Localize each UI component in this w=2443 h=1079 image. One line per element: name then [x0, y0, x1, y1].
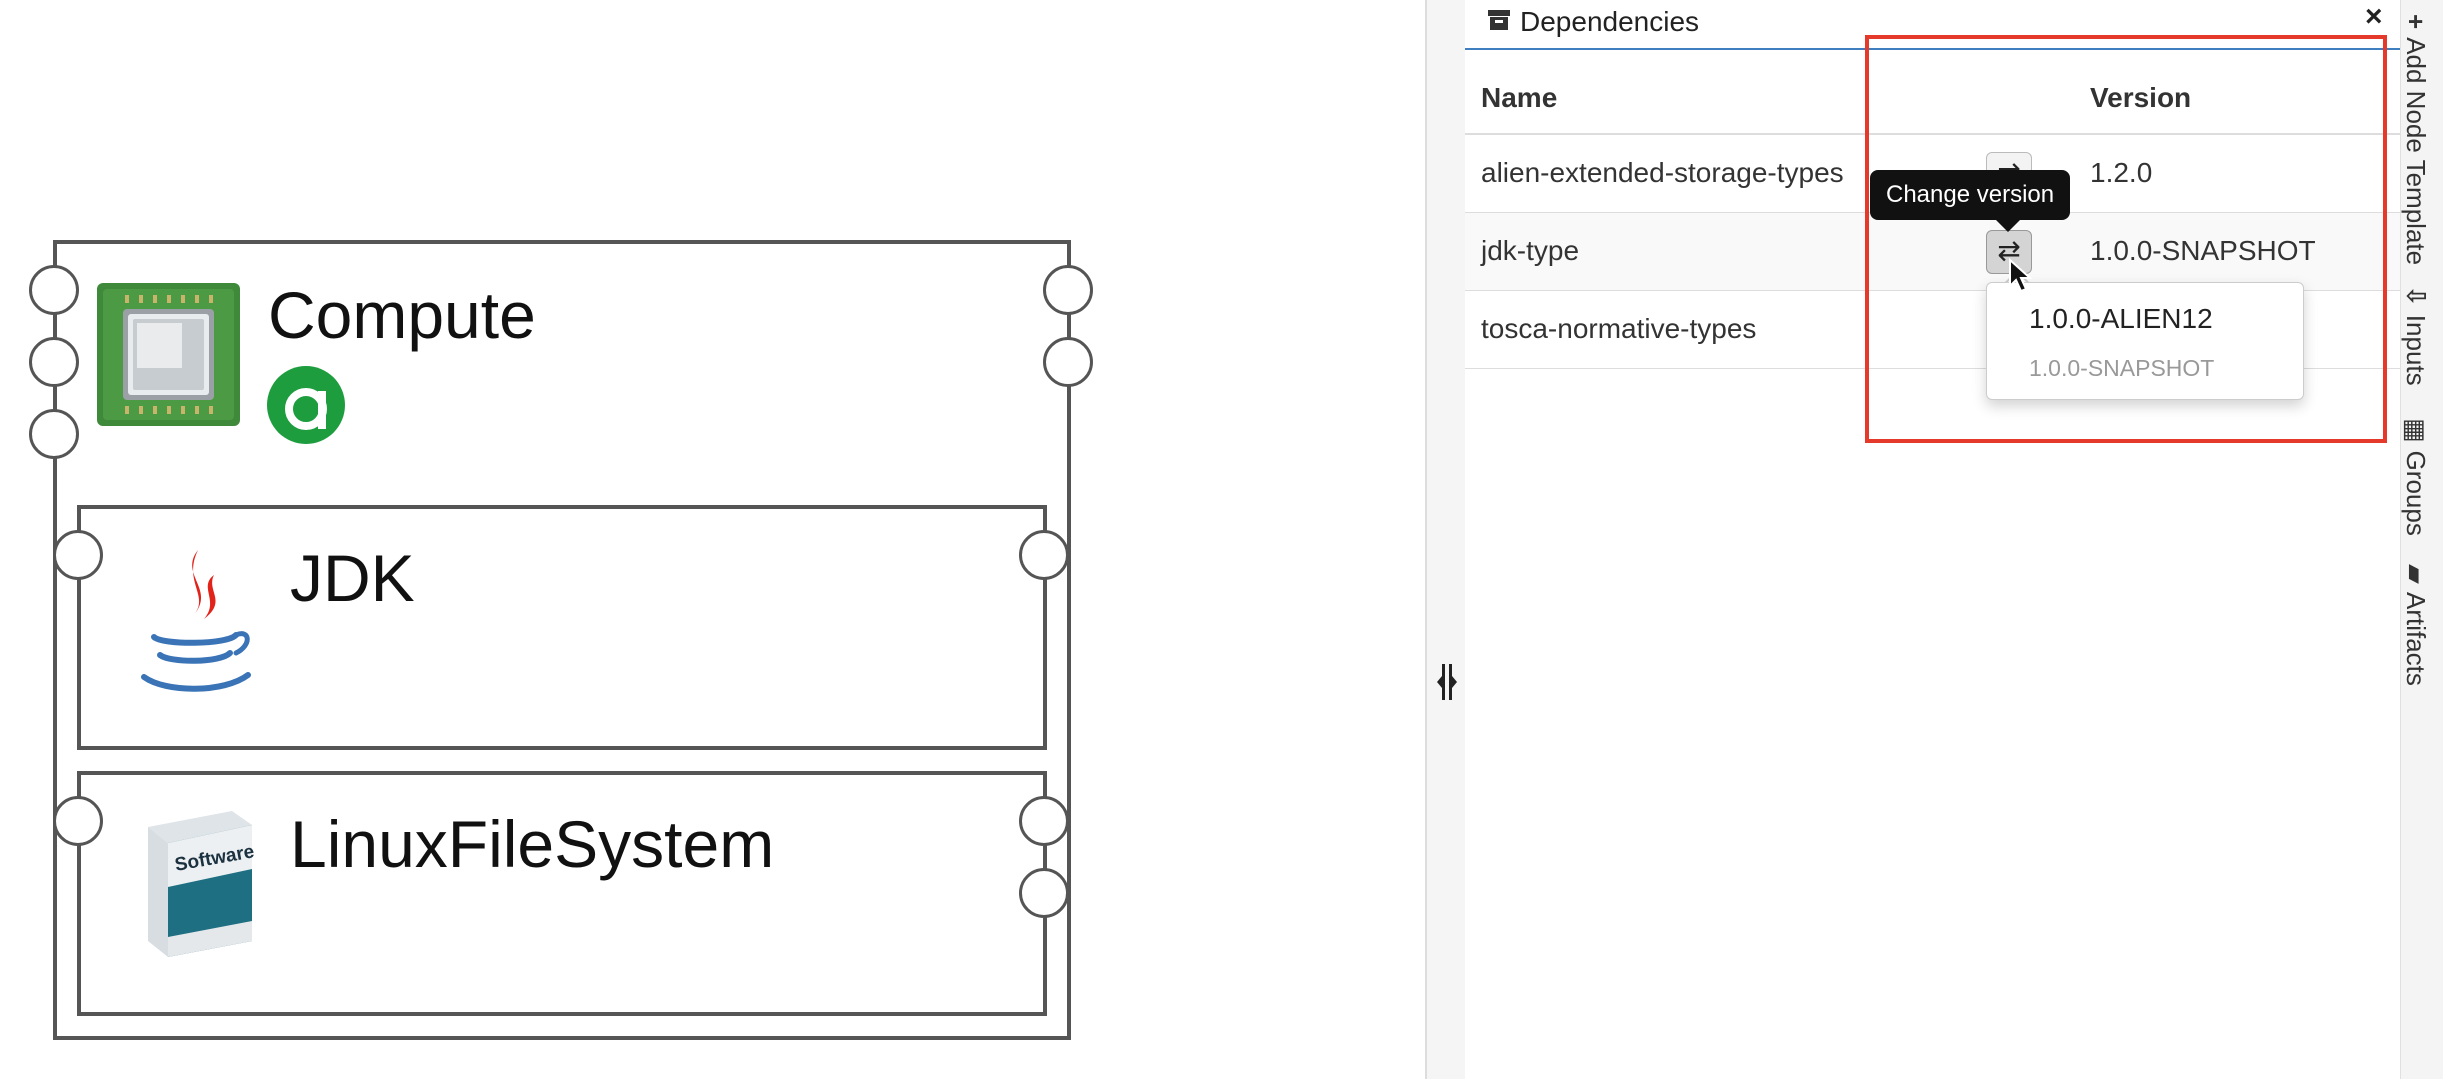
plus-icon: +	[2401, 14, 2431, 30]
alien-a-icon	[267, 366, 345, 444]
compute-chip-icon	[97, 283, 240, 426]
compute-port-left-1[interactable]	[29, 265, 79, 315]
software-box-icon: Software	[148, 811, 255, 957]
tab-label: Add Node Template	[2401, 37, 2431, 266]
compute-port-left-3[interactable]	[29, 409, 79, 459]
jdk-title: JDK	[290, 541, 415, 615]
groups-icon: ▦	[2401, 418, 2431, 443]
dependency-version: 1.0.0-SNAPSHOT	[2090, 235, 2316, 266]
tab-add-node-template[interactable]: + Add Node Template	[2400, 14, 2431, 265]
jdk-port-right[interactable]	[1019, 530, 1069, 580]
close-icon[interactable]: ×	[2365, 0, 2383, 34]
tab-inputs[interactable]: ⇩ Inputs	[2400, 285, 2431, 386]
archive-icon	[1488, 10, 1510, 30]
splitter-handle-icon[interactable]	[1437, 660, 1457, 704]
mouse-cursor-icon	[2009, 258, 2033, 293]
change-version-tooltip: Change version	[1870, 170, 2071, 220]
version-option[interactable]: 1.0.0-ALIEN12	[2029, 303, 2213, 335]
column-header-version: Version	[2090, 82, 2192, 113]
dependency-version: 1.2.0	[2090, 157, 2153, 188]
download-icon: ⇩	[2401, 285, 2431, 307]
tab-label: Groups	[2401, 450, 2431, 536]
dependencies-panel: Dependencies × Name Version alien-extend…	[1465, 0, 2400, 1079]
tooltip-arrow	[1996, 220, 2020, 232]
fs-port-left[interactable]	[53, 796, 103, 846]
panel-header: Dependencies ×	[1465, 0, 2400, 50]
compute-port-right-1[interactable]	[1043, 265, 1093, 315]
side-tab-bar: + Add Node Template ⇩ Inputs ▦ Groups ▰ Arti…	[2400, 0, 2443, 1079]
fs-port-right-1[interactable]	[1019, 796, 1069, 846]
panel-title: Dependencies	[1520, 6, 1700, 37]
tab-artifacts[interactable]: ▰ Artifacts	[2400, 564, 2431, 686]
compute-title: Compute	[268, 278, 536, 352]
topology-canvas[interactable]: Compute JDK Software LinuxFileSystem	[0, 0, 1425, 1079]
compute-port-left-2[interactable]	[29, 337, 79, 387]
panel-splitter[interactable]	[1425, 0, 1465, 1079]
version-dropdown: 1.0.0-ALIEN12 1.0.0-SNAPSHOT	[1986, 282, 2304, 400]
jdk-port-left[interactable]	[53, 530, 103, 580]
tab-groups[interactable]: ▦ Groups	[2400, 418, 2431, 536]
version-option-current[interactable]: 1.0.0-SNAPSHOT	[2029, 355, 2214, 382]
dependency-name: alien-extended-storage-types	[1481, 157, 1844, 188]
dependency-name: jdk-type	[1481, 235, 1580, 266]
dependency-name: tosca-normative-types	[1481, 313, 1757, 344]
tab-label: Inputs	[2401, 314, 2431, 386]
fs-port-right-2[interactable]	[1019, 868, 1069, 918]
column-header-name: Name	[1481, 82, 1558, 113]
table-row: jdk-type ⇄ 1.0.0-SNAPSHOT	[1465, 213, 2400, 291]
java-icon	[141, 550, 251, 692]
compute-port-right-2[interactable]	[1043, 337, 1093, 387]
artifact-icon: ▰	[2401, 564, 2431, 584]
fs-title: LinuxFileSystem	[290, 807, 775, 881]
tab-label: Artifacts	[2401, 592, 2431, 686]
